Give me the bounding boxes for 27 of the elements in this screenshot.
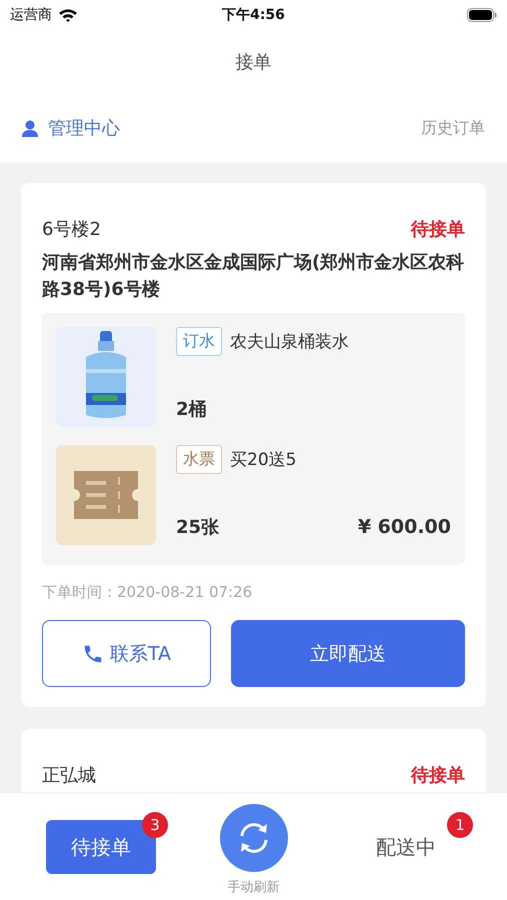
product-tag: 订水 — [176, 327, 222, 356]
quantity: 2桶 — [176, 398, 207, 421]
ticket-icon — [56, 445, 156, 545]
management-link[interactable]: 管理中心 — [22, 116, 120, 140]
page-title: 接单 — [236, 51, 272, 74]
building-name: 正弘城 — [42, 764, 96, 787]
wifi-icon — [58, 8, 78, 22]
building-name: 6号楼2 — [42, 218, 101, 241]
quantity: 25张 — [176, 516, 220, 539]
contact-button[interactable]: 联系TA — [42, 620, 211, 687]
product-tag: 水票 — [176, 445, 222, 474]
carrier-name: 运营商 — [10, 6, 52, 24]
history-link[interactable]: 历史订单 — [421, 118, 485, 138]
count-badge: 1 — [447, 812, 473, 838]
price: ¥ 600.00 — [358, 516, 451, 538]
battery-icon — [467, 8, 497, 22]
count-badge: 3 — [142, 812, 168, 838]
refresh-label: 手动刷新 — [228, 879, 280, 896]
order-status: 待接单 — [411, 764, 465, 787]
order-time: 下单时间：2020-08-21 07:26 — [42, 583, 254, 602]
status-time: 下午4:56 — [222, 6, 285, 24]
order-address: 河南省郑州市金水区金成国际广场(郑州市金水区农科路38号)6号楼 — [42, 251, 465, 302]
person-icon — [22, 120, 38, 136]
product-name: 买20送5 — [230, 449, 296, 471]
product-name: 农夫山泉桶装水 — [230, 331, 349, 353]
order-status: 待接单 — [411, 218, 465, 241]
deliver-button[interactable]: 立即配送 — [231, 620, 465, 687]
